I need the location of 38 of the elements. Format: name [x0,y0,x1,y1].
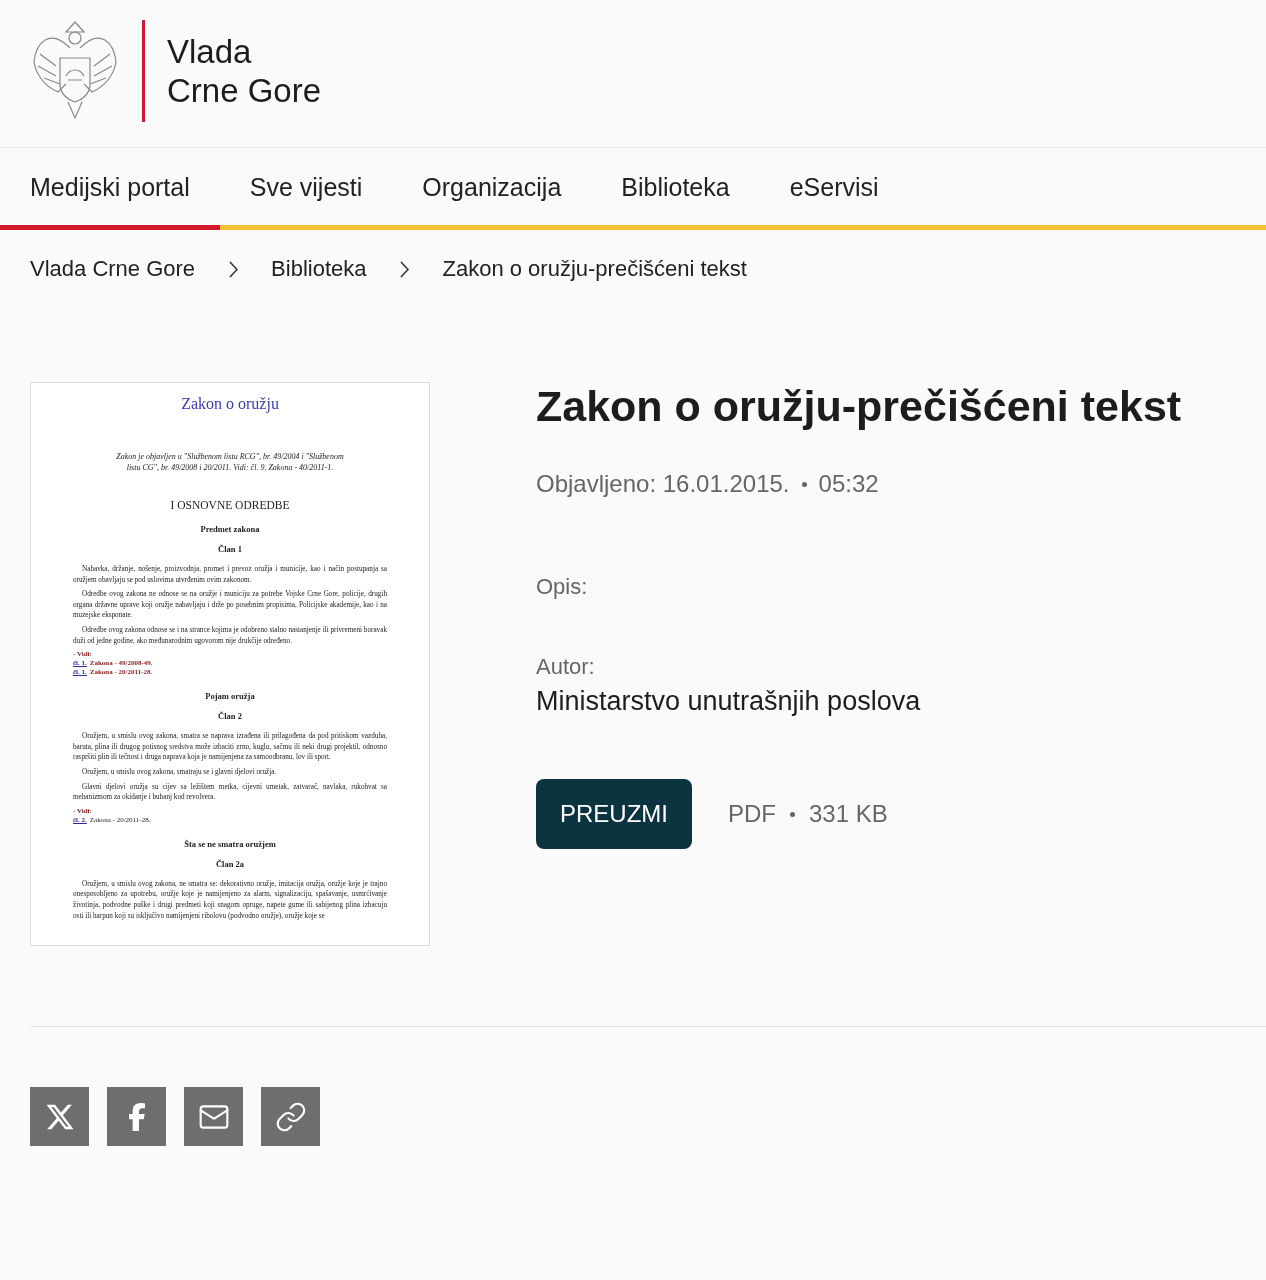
breadcrumb-link[interactable]: Biblioteka [271,256,367,282]
document-heading: I OSNOVNE ODREDBE [169,499,291,511]
link-icon [274,1100,307,1133]
published-date: Objavljeno: 16.01.2015. [536,470,790,498]
document-title: Zakon o oružju [180,395,280,413]
published-time: 05:32 [818,470,879,498]
logo-text: Vlada [167,32,253,71]
document-subheading: Član 1 [217,544,243,554]
breadcrumb-link[interactable]: Vlada Crne Gore [30,256,196,282]
author-name: Ministarstvo unutrašnjih poslova [536,686,922,717]
share-button[interactable] [184,1087,243,1146]
document-subheading: Predmet zakona [199,524,261,534]
share-button[interactable] [107,1087,166,1146]
nav-item[interactable]: Organizacija [392,148,592,230]
chevron-icon [400,260,410,278]
share-button[interactable] [30,1087,89,1146]
page-title: Zakon o oružju-prečišćeni tekst [536,382,1182,430]
file-size: 331 KB [809,800,888,828]
description-label: Opis: [536,574,589,600]
document-subheading: Član 2a [214,858,246,869]
document-subheading: Šta se ne smatra oružjem [183,838,277,849]
nav-item[interactable]: eServisi [759,148,909,230]
document-subheading: Pojam oružja [204,691,256,702]
share-button[interactable] [261,1087,320,1146]
separator-dot [801,481,807,487]
logo-text: Crne Gore [167,71,322,110]
document-subheading: Član 2 [217,711,243,722]
author-label: Autor: [536,654,596,680]
document-preview[interactable] [30,382,430,946]
separator-dot [790,811,795,817]
nav-item[interactable]: Medijski portal [0,148,220,230]
breadcrumb-link[interactable]: Zakon o oružju-prečišćeni tekst [442,256,747,282]
nav-item[interactable]: Sve vijesti [219,148,393,230]
file-format: PDF [728,800,776,828]
document-note: Zakon je objavljen u "Službenom listu RCG", br. 49/2004 i "Službenom listu CG", br. 49/2008 i 20/2011. Vidi: čl. 9. Zakona - 40/2011-1. [115,451,345,473]
nav-item[interactable]: Biblioteka [591,148,760,230]
chevron-icon [229,260,239,278]
download-button[interactable]: PREUZMI [536,779,692,849]
